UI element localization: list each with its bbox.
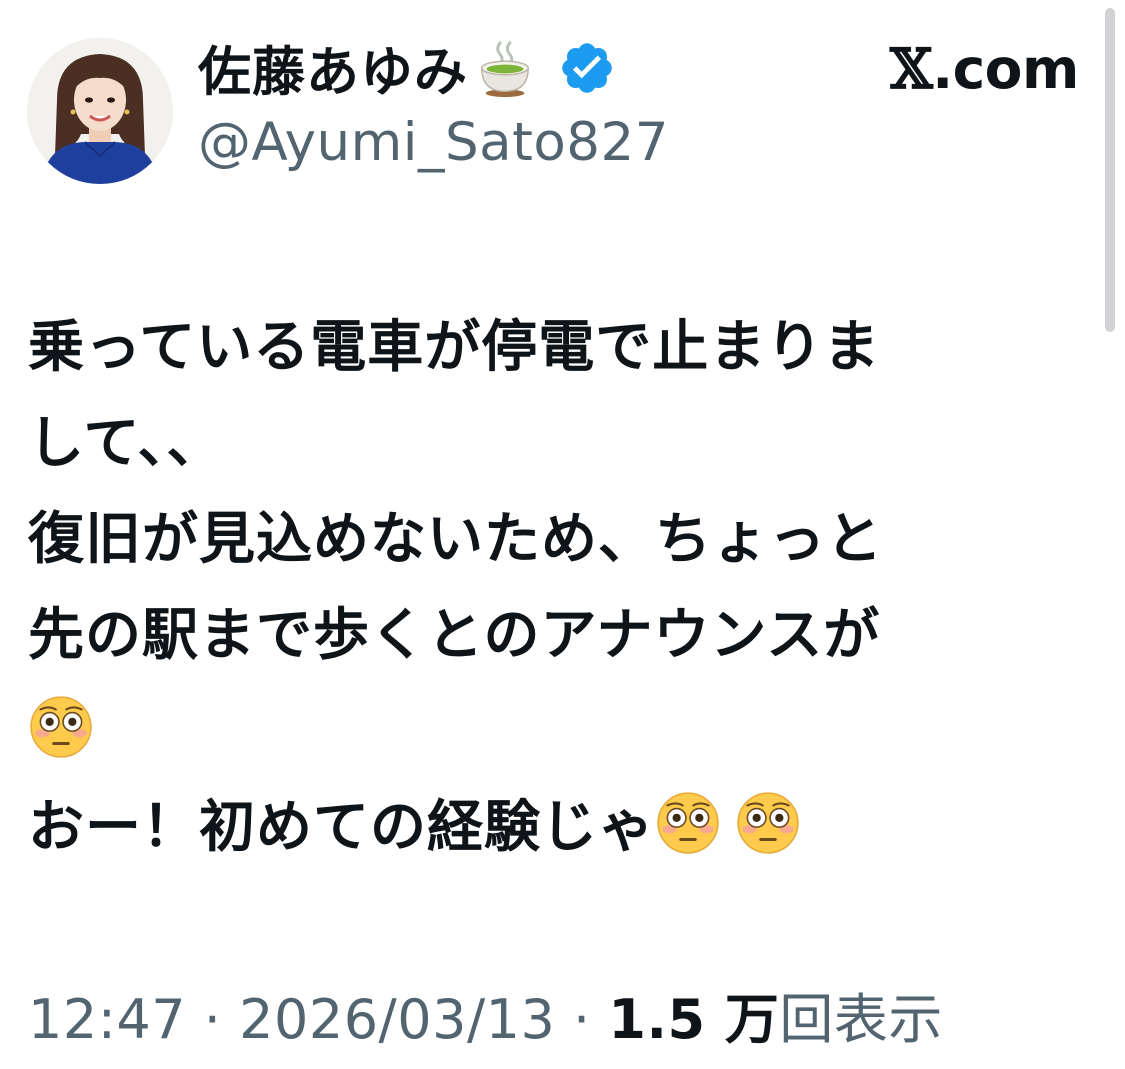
verified-badge-icon[interactable] <box>558 39 616 97</box>
view-count-label: 回表示 <box>779 988 943 1051</box>
flushed-face-emoji <box>28 694 94 760</box>
tweet-line: 先の駅まで歩くとのアナウンスが <box>28 603 881 668</box>
source-label: 𝕏.com <box>890 36 1079 101</box>
flushed-face-emoji <box>735 790 801 856</box>
source-domain: .com <box>932 37 1079 101</box>
meta-separator: · <box>186 988 240 1051</box>
flushed-face-emoji <box>655 790 721 856</box>
author-display-name[interactable]: 佐藤あゆみ <box>198 30 468 106</box>
tweet-line: 乗っている電車が停電で止まりま <box>28 315 881 380</box>
meta-separator: · <box>555 988 609 1051</box>
tweet-metadata: 12:47 · 2026/03/13 · 1.5 万回表示 <box>28 975 943 1054</box>
profile-photo <box>27 38 173 184</box>
scrollbar[interactable] <box>1105 8 1115 332</box>
hot-tea-emoji <box>474 37 536 99</box>
avatar[interactable] <box>27 38 173 184</box>
tweet-line: 復旧が見込めないため、ちょっと <box>28 507 883 572</box>
tweet-text: 乗っている電車が停電で止まりま して、、 復旧が見込めないため、ちょっと 先の駅… <box>28 300 1078 876</box>
tweet-time[interactable]: 12:47 <box>28 988 186 1051</box>
view-count: 1.5 万 <box>608 988 780 1051</box>
tweet-line: して、、 <box>28 411 224 476</box>
author-name-row[interactable]: 佐藤あゆみ <box>198 30 616 106</box>
x-logo-icon: 𝕏 <box>890 36 933 101</box>
tweet-line: おー！初めての経験じゃ <box>28 795 655 860</box>
tweet-date[interactable]: 2026/03/13 <box>239 988 555 1051</box>
tweet-emoji-line <box>28 684 1078 780</box>
tweet-line-last: おー！初めての経験じゃ <box>28 780 1078 876</box>
author-handle[interactable]: @Ayumi_Sato827 <box>198 112 669 173</box>
